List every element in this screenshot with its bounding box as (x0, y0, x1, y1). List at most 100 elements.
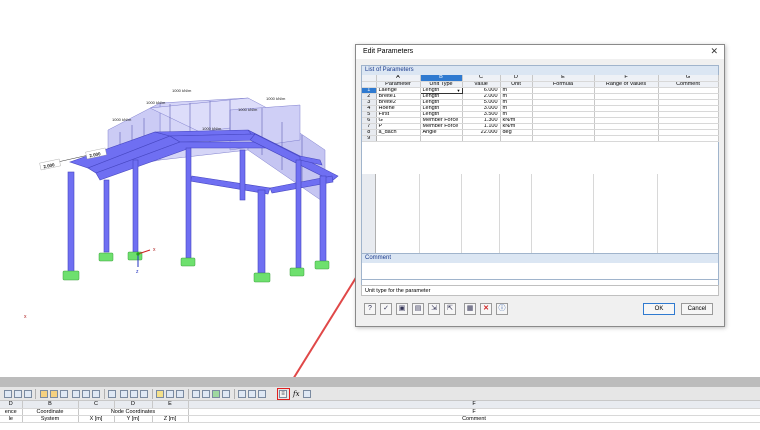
row-number-text: 7 (367, 123, 371, 129)
cell-parameter-text: Laenge (378, 87, 397, 93)
toolbar-icon[interactable] (248, 390, 256, 398)
info-icon[interactable]: ⓘ (496, 303, 508, 315)
delete-icon[interactable]: ✕ (480, 303, 492, 315)
row-number[interactable]: 9 (362, 135, 377, 142)
header-cell: Node Coordinates (78, 408, 189, 416)
cell-unit-text: m (502, 99, 508, 105)
header-cell: X [m] (78, 415, 115, 423)
toolbar-icon[interactable] (60, 390, 68, 398)
toolbar-icon[interactable] (24, 390, 32, 398)
cell-formula[interactable] (532, 135, 595, 142)
hint-bar: Unit type for the parameter (361, 285, 719, 296)
column-letter[interactable]: B (22, 401, 79, 409)
check-icon[interactable]: ✓ (380, 303, 392, 315)
toolbar-icon[interactable] (4, 390, 12, 398)
toolbar-icon[interactable] (108, 390, 116, 398)
redo-icon[interactable] (50, 390, 58, 398)
frame-members (67, 129, 339, 274)
toolbar-icon[interactable] (176, 390, 184, 398)
load-label: 1000 kN/m (112, 117, 132, 122)
column-letter[interactable]: D (0, 401, 23, 409)
toolbar-icon[interactable] (156, 390, 164, 398)
toolbar-icon[interactable] (14, 390, 22, 398)
axis-z-label: z (136, 269, 139, 275)
cell-unit-text: kN/m (502, 123, 516, 129)
cell-value[interactable] (462, 135, 501, 142)
edit-parameters-highlight (277, 388, 290, 400)
column-letter[interactable]: D (114, 401, 153, 409)
toolbar-icon[interactable] (130, 390, 138, 398)
axis-gizmo (136, 249, 151, 267)
cell-value-text: 3.000 (483, 105, 498, 111)
row-number-text: 6 (367, 117, 371, 123)
column-letter[interactable]: C (78, 401, 115, 409)
save-icon[interactable]: ▣ (396, 303, 408, 315)
cell-unit[interactable] (500, 135, 533, 142)
dialog-title: Edit Parameters (363, 48, 414, 55)
open-icon[interactable]: ▤ (412, 303, 424, 315)
dimension-label: 2.000 (89, 151, 102, 158)
header-cell: ence (0, 408, 23, 416)
cell-value-text: 22.000 (480, 129, 498, 135)
cell-unit-type-text: Member Force (422, 123, 459, 129)
close-icon[interactable]: ✕ (710, 46, 718, 57)
row-number-text: 9 (367, 135, 371, 141)
toolbar-icon[interactable] (222, 390, 230, 398)
stray-axis-label: x (24, 314, 27, 320)
dropdown-arrow-icon[interactable]: ▼ (457, 88, 461, 92)
dialog-titlebar: Edit Parameters ✕ (356, 45, 724, 59)
toolbar-icon[interactable] (166, 390, 174, 398)
toolbar-icon[interactable] (192, 390, 200, 398)
edit-parameters-dialog: Edit Parameters ✕ List of Parameters A B… (355, 44, 725, 327)
load-label: 1000 kN/m (238, 107, 258, 112)
toolbar-icon[interactable] (120, 390, 128, 398)
toolbar-icon[interactable] (303, 390, 311, 398)
toolbar-icon[interactable] (92, 390, 100, 398)
column-letter[interactable]: F (188, 401, 760, 409)
cell-unit-type-text: Length (422, 105, 440, 111)
export-icon[interactable]: ⇱ (444, 303, 456, 315)
cancel-button[interactable]: Cancel (681, 303, 713, 315)
cell-unit-type[interactable]: Member Force (420, 117, 463, 124)
ok-button[interactable]: OK (643, 303, 675, 315)
cell-unit-type-text: Length (422, 99, 440, 105)
row-number-text: 3 (367, 99, 371, 105)
toolbar-icon[interactable] (258, 390, 266, 398)
toolbar-icon[interactable] (140, 390, 148, 398)
load-label: 1000 kN/m (202, 126, 222, 131)
toolbar-icon[interactable] (238, 390, 246, 398)
cell-unit-type-text: Length (422, 111, 440, 117)
header-cell: Comment (188, 415, 760, 423)
cell-unit-type[interactable]: Length ▼ (419, 86, 463, 94)
toolbar-icon[interactable] (202, 390, 210, 398)
cell-parameter-text: Hoehe (378, 105, 395, 111)
toolbar-icon[interactable] (82, 390, 90, 398)
cell-unit-type-text: Angle (422, 129, 437, 135)
grid-icon[interactable]: ▦ (464, 303, 476, 315)
load-label: 1000 kN/m (172, 88, 192, 93)
formula-fx-icon[interactable]: fx (293, 390, 300, 398)
cell-value-text: 1.100 (483, 123, 498, 129)
comment-field[interactable] (362, 263, 718, 279)
parameters-table: A B C D E F G Parameter Unit Type Value … (362, 75, 719, 142)
header-cell: F (188, 408, 760, 416)
cell-parameter[interactable] (376, 135, 421, 142)
import-icon[interactable]: ⇲ (428, 303, 440, 315)
cell-unit-type[interactable] (420, 135, 463, 142)
cell-unit-type-text: Length (422, 87, 440, 93)
toolbar-icon[interactable] (72, 390, 80, 398)
cell-comment[interactable] (658, 135, 719, 142)
header-cell: Coordinate (22, 408, 79, 416)
table-row[interactable]: 9 (362, 135, 719, 142)
cell-parameter-text: G (378, 117, 383, 123)
undo-icon[interactable] (40, 390, 48, 398)
load-label: 1000 kN/m (266, 96, 286, 101)
cell-parameter-text: Breite2 (378, 99, 396, 105)
column-letter[interactable]: E (152, 401, 189, 409)
toolbar-icon[interactable] (212, 390, 220, 398)
help-icon[interactable]: ? (364, 303, 376, 315)
cell-range-of-values[interactable] (594, 135, 659, 142)
cell-unit-text: m (502, 93, 508, 99)
supports (62, 251, 330, 283)
cell-unit-type[interactable]: Member Force (420, 123, 463, 130)
